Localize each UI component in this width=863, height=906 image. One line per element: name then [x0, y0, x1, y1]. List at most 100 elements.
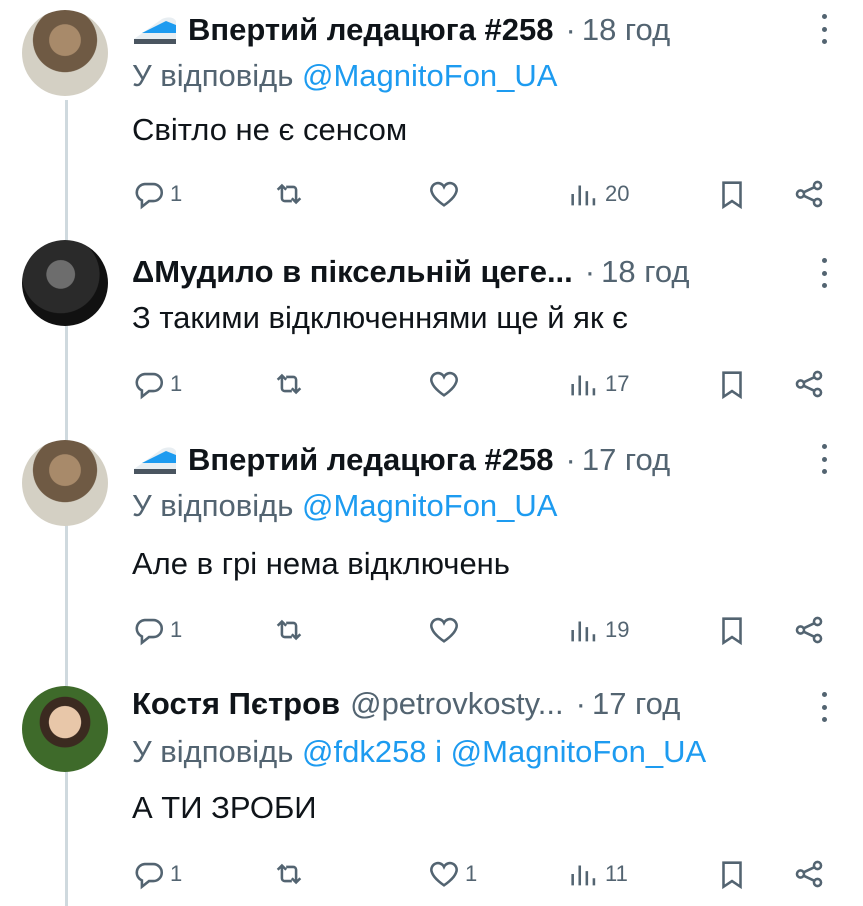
tweet[interactable]: ΔМудило в піксельній цеге... · 18 год З … [0, 240, 863, 430]
reply-icon [135, 618, 163, 646]
share-button[interactable] [792, 174, 826, 214]
display-name[interactable]: Костя Пєтров [132, 686, 340, 722]
bookmark-icon [722, 371, 742, 400]
share-icon [795, 616, 823, 644]
share-button[interactable] [792, 610, 826, 650]
reply-count: 1 [170, 371, 183, 396]
mention-link[interactable]: @MagnitoFon_UA [302, 58, 557, 93]
reply-count: 1 [170, 617, 183, 642]
reply-button[interactable]: 1 [132, 174, 182, 214]
display-name[interactable]: ΔМудило в піксельній цеге... [132, 254, 573, 290]
tweet[interactable]: Костя Пєтров @petrovkosty... · 17 год У … [0, 676, 863, 906]
views-count: 11 [605, 861, 628, 886]
mention-link[interactable]: @fdk258 і @MagnitoFon_UA [302, 734, 706, 769]
tweet-text: Світло не є сенсом [132, 112, 408, 147]
display-name[interactable]: Впертий ледацюга #258 [188, 12, 554, 48]
share-icon [795, 370, 823, 398]
bookmark-icon [722, 861, 742, 890]
bookmark-button[interactable] [715, 364, 749, 404]
reply-count: 1 [170, 181, 183, 206]
reply-context: У відповідь @MagnitoFon_UA [132, 58, 557, 94]
reply-button[interactable]: 1 [132, 364, 182, 404]
views-button[interactable]: 11 [567, 854, 628, 894]
more-options-icon[interactable] [821, 692, 827, 722]
separator-dot: · [584, 254, 596, 289]
reply-button[interactable]: 1 [132, 854, 182, 894]
separator-dot: · [565, 442, 576, 477]
like-button[interactable] [427, 364, 461, 404]
tweet-text: З такими відключеннями ще й як є [132, 300, 628, 335]
avatar[interactable] [22, 10, 108, 96]
like-button[interactable] [427, 174, 461, 214]
more-options-icon[interactable] [821, 14, 827, 44]
share-button[interactable] [792, 364, 826, 404]
reply-context: У відповідь @MagnitoFon_UA [132, 488, 557, 524]
heart-icon [430, 861, 458, 887]
retweet-button[interactable] [272, 174, 306, 214]
like-count: 1 [465, 861, 478, 886]
tweet-text: А ТИ ЗРОБИ [132, 790, 317, 825]
more-options-icon[interactable] [821, 258, 827, 288]
views-count: 17 [605, 371, 630, 396]
retweet-icon [276, 373, 302, 395]
retweet-icon [276, 863, 302, 885]
timestamp[interactable]: 18 год [601, 254, 689, 290]
bookmark-button[interactable] [715, 854, 749, 894]
timestamp[interactable]: 18 год [582, 12, 670, 48]
views-button[interactable]: 20 [567, 174, 629, 214]
separator-dot: · [565, 12, 576, 47]
share-button[interactable] [792, 854, 826, 894]
bookmark-button[interactable] [715, 610, 749, 650]
mention-link[interactable]: @MagnitoFon_UA [302, 488, 557, 523]
reply-icon [135, 372, 163, 400]
avatar[interactable] [22, 686, 108, 772]
retweet-button[interactable] [272, 610, 306, 650]
bookmark-button[interactable] [715, 174, 749, 214]
reply-icon [135, 182, 163, 210]
reply-prefix: У відповідь [132, 488, 294, 523]
tweet-actions: 1 1 11 [132, 854, 832, 894]
views-chart-icon [571, 865, 596, 886]
retweet-button[interactable] [272, 364, 306, 404]
heart-icon [430, 181, 458, 207]
timestamp[interactable]: 17 год [582, 442, 670, 478]
views-count: 20 [605, 181, 630, 206]
more-options-icon[interactable] [821, 444, 827, 474]
views-count: 19 [605, 617, 630, 642]
reply-prefix: У відповідь [132, 734, 294, 769]
avatar[interactable] [22, 440, 108, 526]
retweet-icon [276, 619, 302, 641]
retweet-icon [276, 183, 302, 205]
bookmark-icon [722, 181, 742, 210]
tweet-actions: 1 17 [132, 364, 832, 404]
heart-icon [430, 371, 458, 397]
like-button[interactable] [427, 610, 461, 650]
retweet-button[interactable] [272, 854, 306, 894]
views-chart-icon [571, 621, 596, 642]
views-chart-icon [571, 375, 596, 396]
tweet[interactable]: Впертий ледацюга #258 · 17 год У відпові… [0, 430, 863, 660]
bookmark-icon [722, 617, 742, 646]
timestamp[interactable]: 17 год [592, 686, 680, 722]
reply-icon [135, 862, 163, 890]
tweet-text: Але в грі нема відключень [132, 546, 510, 581]
views-button[interactable]: 17 [567, 364, 629, 404]
reply-context: У відповідь @fdk258 і @MagnitoFon_UA [132, 734, 706, 770]
like-button[interactable]: 1 [427, 854, 477, 894]
share-icon [795, 860, 823, 888]
separator-dot: · [575, 686, 586, 721]
reply-prefix: У відповідь [132, 58, 294, 93]
share-icon [795, 180, 823, 208]
reply-count: 1 [170, 861, 183, 886]
reply-button[interactable]: 1 [132, 610, 182, 650]
views-chart-icon [571, 185, 596, 206]
views-button[interactable]: 19 [567, 610, 629, 650]
avatar[interactable] [22, 240, 108, 326]
tweet[interactable]: Впертий ледацюга #258 · 18 год У відпові… [0, 0, 863, 230]
tweet-actions: 1 19 [132, 610, 832, 650]
tweet-actions: 1 20 [132, 174, 832, 214]
heart-icon [430, 617, 458, 643]
user-handle[interactable]: @petrovkosty... [350, 686, 564, 722]
train-emoji-icon [134, 17, 176, 44]
display-name[interactable]: Впертий ледацюга #258 [188, 442, 554, 478]
